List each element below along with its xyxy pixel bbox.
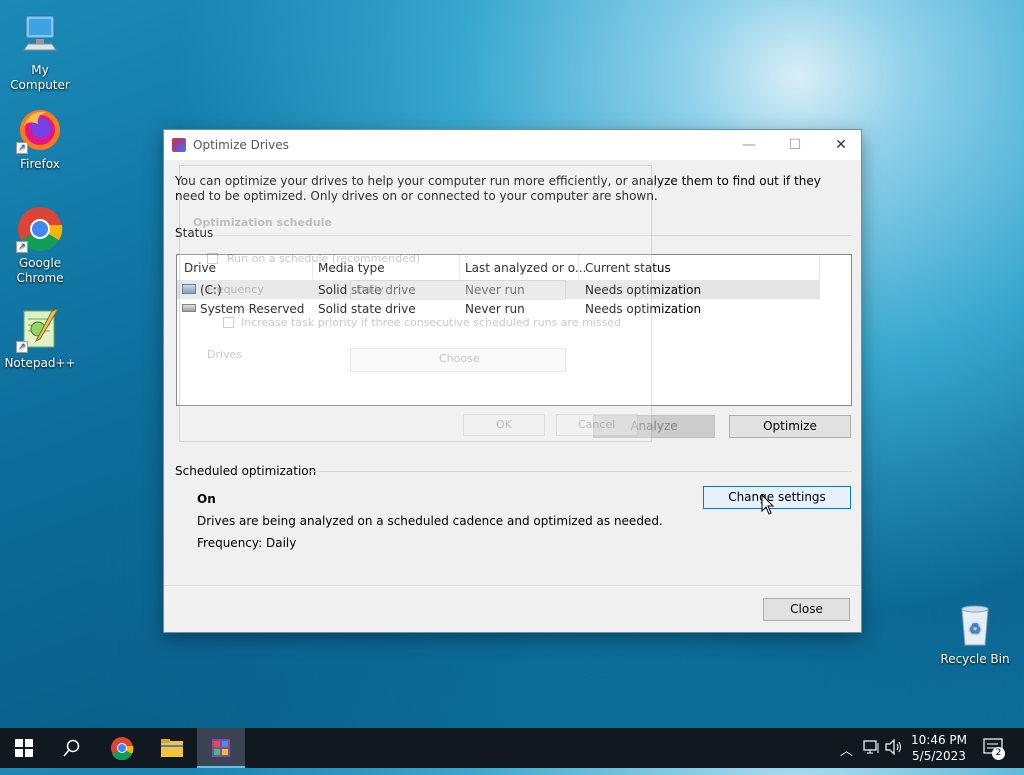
schedule-description: Drives are being analyzed on a scheduled… (197, 514, 663, 528)
ghost-heading: Optimization schedule (193, 216, 332, 229)
desktop-icon-label: Recycle Bin (940, 652, 1010, 666)
ghost-increase-priority: Increase task priority if three consecut… (241, 316, 622, 329)
chrome-icon: ↗ (16, 205, 64, 253)
ghost-ok-label: OK (496, 418, 512, 431)
schedule-state: On (197, 492, 216, 506)
recycle-bin-icon: ♻ (951, 601, 999, 649)
maximize-button[interactable]: ☐ (772, 130, 818, 160)
start-button[interactable] (0, 728, 48, 768)
desktop-icon-chrome[interactable]: ↗ Google Chrome (0, 205, 80, 286)
notification-count: 2 (992, 747, 1005, 760)
desktop-icon-label: Notepad++ (4, 356, 76, 370)
title-bar[interactable]: Optimize Drives — ☐ ✕ (164, 130, 861, 160)
chevron-up-icon[interactable]: ︿ (840, 740, 853, 759)
desktop-icon-firefox[interactable]: ↗ Firefox (0, 106, 80, 172)
ghost-checkbox-icon (207, 253, 218, 264)
desktop-icon-label: Google Chrome (16, 256, 64, 285)
window-title: Optimize Drives (193, 138, 289, 152)
dialog-footer: Close (164, 585, 861, 632)
desktop-icon-label: Firefox (20, 157, 60, 171)
taskbar-chrome[interactable] (98, 728, 146, 768)
shortcut-arrow-icon: ↗ (16, 341, 28, 353)
desktop-icon-notepadpp[interactable]: ↗ Notepad++ (0, 305, 80, 371)
firefox-icon: ↗ (16, 106, 64, 154)
taskbar-file-explorer[interactable] (148, 728, 196, 768)
search-icon (63, 739, 80, 757)
desktop-icon-recycle-bin[interactable]: ♻ Recycle Bin (935, 601, 1015, 667)
network-icon[interactable] (863, 739, 881, 758)
ghost-cancel-label: Cancel (578, 418, 616, 431)
optimize-button[interactable]: Optimize (729, 415, 851, 438)
taskbar: ︿ 10:46 PM 5/5/2023 2 (0, 728, 1024, 768)
optimization-schedule-dialog-ghost: Optimization schedule Run on a schedule … (179, 165, 652, 442)
computer-icon (16, 12, 64, 60)
desktop-icon-my-computer[interactable]: My Computer (0, 12, 80, 93)
scheduled-optimization-heading: Scheduled optimization (175, 464, 317, 478)
shortcut-arrow-icon: ↗ (16, 241, 28, 253)
clock-time: 10:46 PM (911, 733, 967, 747)
minimize-button[interactable]: — (726, 130, 772, 160)
windows-icon (15, 739, 33, 757)
folder-icon (161, 739, 183, 757)
ghost-frequency-value: Daily (356, 283, 384, 296)
clock-date: 5/5/2023 (912, 749, 966, 763)
close-button[interactable]: Close (763, 598, 850, 621)
notepadpp-icon: ↗ (16, 305, 64, 353)
ghost-run-on-schedule: Run on a schedule (recommended) (227, 252, 421, 265)
frequency-text: Frequency: Daily (197, 536, 297, 550)
ghost-frequency-label: Frequency (207, 283, 264, 296)
close-icon[interactable]: ✕ (818, 130, 864, 160)
defrag-app-icon (212, 739, 230, 757)
ghost-drives-label: Drives (207, 348, 243, 361)
search-button[interactable] (48, 728, 96, 768)
taskbar-optimize-drives[interactable] (197, 728, 245, 768)
svg-text:♻: ♻ (969, 621, 982, 637)
desktop-icon-label: My Computer (10, 63, 70, 92)
action-center-button[interactable]: 2 (983, 738, 1005, 761)
ghost-choose-label: Choose (439, 352, 480, 365)
chrome-icon (111, 737, 134, 761)
shortcut-arrow-icon: ↗ (16, 142, 28, 154)
volume-icon[interactable] (885, 738, 903, 758)
optimize-drives-window: Optimize Drives — ☐ ✕ You can optimize y… (163, 129, 862, 633)
scheduled-divider (310, 471, 852, 472)
defrag-app-icon (172, 138, 186, 152)
clock[interactable]: 10:46 PM 5/5/2023 (905, 732, 973, 764)
change-settings-button[interactable]: Change settings (703, 486, 851, 509)
mouse-cursor-icon (761, 494, 775, 515)
ghost-checkbox-icon (223, 317, 234, 328)
